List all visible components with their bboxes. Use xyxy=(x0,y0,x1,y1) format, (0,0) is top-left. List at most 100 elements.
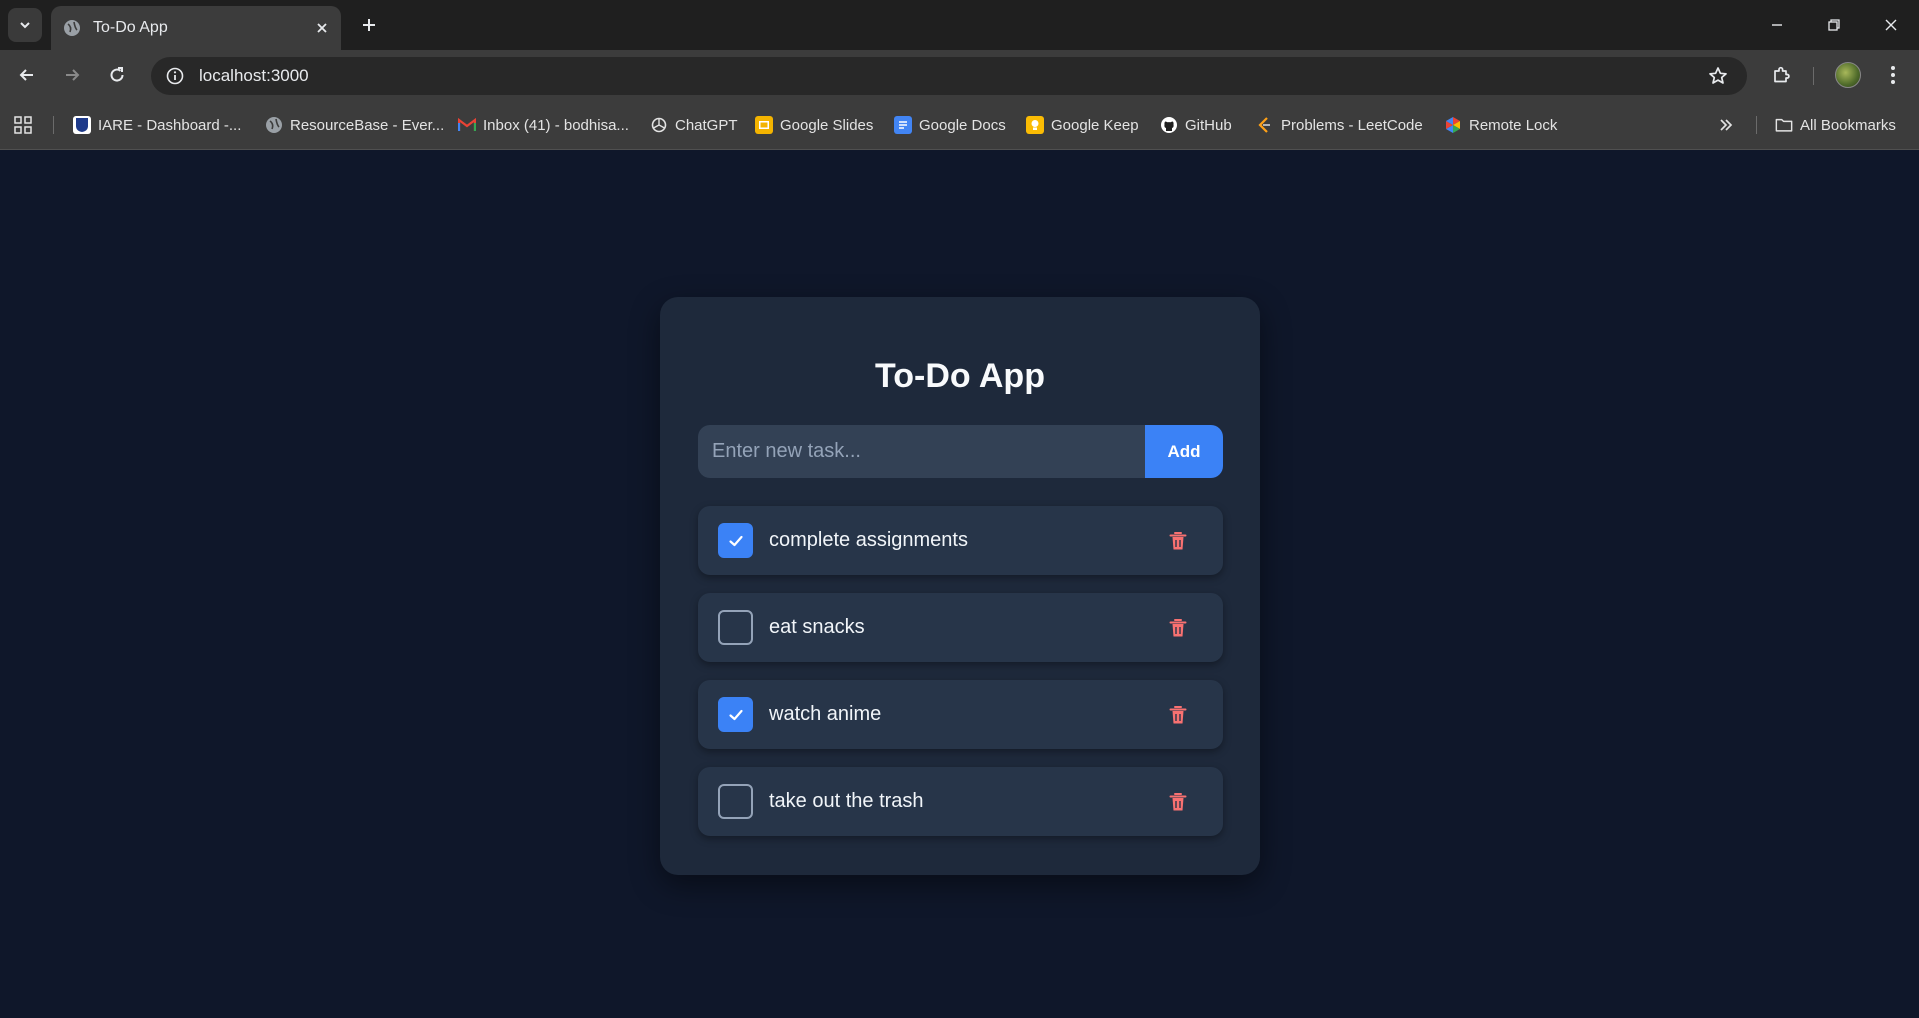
bookmark-label: Google Docs xyxy=(919,116,1006,134)
bookmarks-divider xyxy=(53,116,54,134)
bookmark-google-docs[interactable]: Google Docs xyxy=(894,113,1006,137)
toolbar-divider xyxy=(1813,67,1814,85)
double-chevron-right-icon xyxy=(1720,119,1733,131)
task-checkbox[interactable] xyxy=(718,523,753,558)
plus-icon xyxy=(363,19,375,31)
minimize-icon xyxy=(1772,24,1782,26)
globe-icon xyxy=(64,20,80,36)
check-icon xyxy=(728,709,743,720)
bookmark-label: Remote Lock xyxy=(1469,116,1558,134)
check-icon xyxy=(728,535,743,546)
remote-lock-icon xyxy=(1444,116,1462,134)
task-list: complete assignments eat snacks watch an xyxy=(698,506,1223,854)
trash-icon xyxy=(1169,531,1187,549)
globe-icon xyxy=(265,116,283,134)
new-task-form: Add xyxy=(698,425,1223,478)
slides-icon xyxy=(755,116,773,134)
bookmark-resourcebase[interactable]: ResourceBase - Ever... xyxy=(265,113,444,137)
leetcode-icon xyxy=(1256,116,1274,134)
address-bar[interactable]: localhost:3000 xyxy=(151,57,1747,95)
task-checkbox[interactable] xyxy=(718,697,753,732)
delete-task-button[interactable] xyxy=(1163,613,1193,643)
task-text: take out the trash xyxy=(769,790,924,812)
bookmark-remote-lock[interactable]: Remote Lock xyxy=(1444,113,1557,137)
url-text: localhost:3000 xyxy=(199,66,309,85)
bookmark-google-keep[interactable]: Google Keep xyxy=(1026,113,1139,137)
tab-strip: To-Do App xyxy=(0,0,1919,50)
todo-card: To-Do App Add complete assignments eat s… xyxy=(660,297,1260,875)
bookmarks-overflow-button[interactable] xyxy=(1718,113,1734,137)
trash-icon xyxy=(1169,618,1187,636)
bookmark-chatgpt[interactable]: ChatGPT xyxy=(650,113,738,137)
more-vertical-icon xyxy=(1891,66,1895,84)
chatgpt-icon xyxy=(650,116,668,134)
task-text: eat snacks xyxy=(769,616,865,638)
browser-menu-button[interactable] xyxy=(1876,58,1910,92)
trash-icon xyxy=(1169,705,1187,723)
minimize-button[interactable] xyxy=(1757,8,1797,42)
bookmarks-divider xyxy=(1756,116,1757,134)
gmail-icon xyxy=(458,116,476,134)
new-tab-button[interactable] xyxy=(354,10,384,40)
bookmark-github[interactable]: GitHub xyxy=(1160,113,1232,137)
arrow-left-icon xyxy=(19,69,33,81)
star-icon xyxy=(1709,67,1727,84)
arrow-right-icon xyxy=(66,69,80,81)
bookmark-gmail[interactable]: Inbox (41) - bodhisa... xyxy=(458,113,629,137)
puzzle-icon xyxy=(1774,66,1790,83)
delete-task-button[interactable] xyxy=(1163,700,1193,730)
task-checkbox[interactable] xyxy=(718,784,753,819)
close-icon xyxy=(1885,19,1897,31)
github-icon xyxy=(1160,116,1178,134)
reload-icon xyxy=(110,67,124,82)
iare-icon xyxy=(73,116,91,134)
task-item: watch anime xyxy=(698,680,1223,749)
task-text: watch anime xyxy=(769,703,882,725)
chevron-down-icon xyxy=(20,22,30,29)
folder-icon xyxy=(1775,116,1793,134)
task-item: complete assignments xyxy=(698,506,1223,575)
delete-task-button[interactable] xyxy=(1163,787,1193,817)
bookmark-label: ChatGPT xyxy=(675,116,738,134)
profile-button[interactable] xyxy=(1831,58,1865,92)
task-text: complete assignments xyxy=(769,529,968,551)
bookmark-star-button[interactable] xyxy=(1701,59,1735,93)
task-item: take out the trash xyxy=(698,767,1223,836)
bookmark-google-slides[interactable]: Google Slides xyxy=(755,113,873,137)
extensions-button[interactable] xyxy=(1764,58,1798,92)
tab-search-button[interactable] xyxy=(8,8,42,42)
close-window-button[interactable] xyxy=(1871,8,1911,42)
new-task-input[interactable] xyxy=(698,425,1145,478)
bookmark-leetcode[interactable]: Problems - LeetCode xyxy=(1256,113,1423,137)
delete-task-button[interactable] xyxy=(1163,526,1193,556)
apps-button[interactable] xyxy=(14,113,32,137)
close-tab-icon[interactable] xyxy=(315,21,329,35)
page-title: To-Do App xyxy=(875,357,1045,395)
restore-button[interactable] xyxy=(1814,8,1854,42)
keep-icon xyxy=(1026,116,1044,134)
task-checkbox[interactable] xyxy=(718,610,753,645)
docs-icon xyxy=(894,116,912,134)
bookmark-label: IARE - Dashboard -... xyxy=(98,116,242,134)
site-info-button[interactable] xyxy=(157,58,193,94)
trash-icon xyxy=(1169,792,1187,810)
reload-button[interactable] xyxy=(100,58,134,92)
apps-grid-icon xyxy=(14,116,32,134)
back-button[interactable] xyxy=(10,58,44,92)
avatar xyxy=(1835,62,1861,88)
bookmark-iare[interactable]: IARE - Dashboard -... xyxy=(73,113,241,137)
page-viewport: To-Do App Add complete assignments eat s… xyxy=(0,151,1919,1018)
task-item: eat snacks xyxy=(698,593,1223,662)
restore-icon xyxy=(1828,19,1840,31)
bookmark-label: Google Slides xyxy=(780,116,874,134)
bookmark-label: ResourceBase - Ever... xyxy=(290,116,445,134)
bookmark-label: Google Keep xyxy=(1051,116,1139,134)
active-tab[interactable]: To-Do App xyxy=(51,6,341,50)
bookmark-label: GitHub xyxy=(1185,116,1232,134)
all-bookmarks-button[interactable]: All Bookmarks xyxy=(1775,113,1896,137)
tab-title: To-Do App xyxy=(93,19,168,36)
forward-button[interactable] xyxy=(55,58,89,92)
add-task-button[interactable]: Add xyxy=(1145,425,1223,478)
bookmark-label: Problems - LeetCode xyxy=(1281,116,1423,134)
bookmarks-bar: IARE - Dashboard -... ResourceBase - Eve… xyxy=(0,100,1919,150)
